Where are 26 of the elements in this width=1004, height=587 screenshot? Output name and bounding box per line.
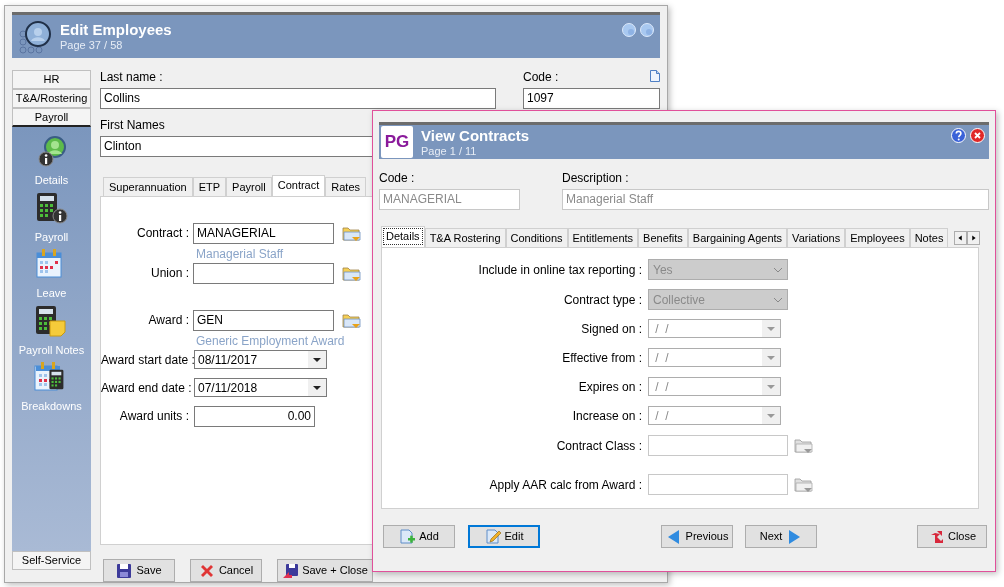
field-label: Contract Class : <box>555 438 643 453</box>
field-label: Award units : <box>118 408 190 423</box>
description-text: Generic Employment Award <box>195 333 346 348</box>
field-label: Description : <box>562 171 630 185</box>
window-title: View Contracts <box>421 126 531 144</box>
field-label: Effective from : <box>561 350 643 365</box>
field-label: Last name : <box>100 70 164 84</box>
field-label: Code : <box>379 171 416 185</box>
field-label: Apply AAR calc from Award : <box>488 477 643 492</box>
page-counter: Page 1 / 11 <box>421 143 478 158</box>
field-label: Award : <box>147 312 190 327</box>
app-logo: PG <box>381 126 413 158</box>
field-label: Signed on : <box>580 321 643 336</box>
field-label: Award start date : <box>101 352 193 367</box>
field-label: First Names <box>100 118 166 132</box>
field-label: Contract type : <box>562 292 643 307</box>
page-counter: Page 37 / 58 <box>60 38 124 52</box>
field-label: Union : <box>149 265 190 280</box>
field-label: Increase on : <box>571 408 643 423</box>
field-label: Expires on : <box>577 379 643 394</box>
field-label: Award end date : <box>101 380 193 395</box>
description-text: Managerial Staff <box>195 246 285 261</box>
field-label: Code : <box>523 70 559 84</box>
field-label: Contract : <box>135 225 190 240</box>
field-label: Include in online tax reporting : <box>477 262 643 277</box>
window-title: Edit Employees <box>60 21 173 38</box>
